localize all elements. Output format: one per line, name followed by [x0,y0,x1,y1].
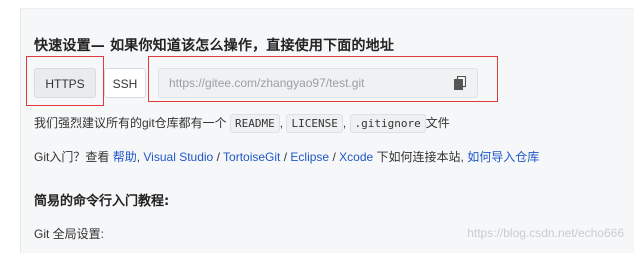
separator: / [216,150,220,164]
eclipse-link[interactable]: Eclipse [290,150,329,164]
gitignore-code: .gitignore [349,114,426,133]
readme-code: README [230,114,280,133]
help-link[interactable]: 帮助 [113,150,137,164]
copy-icon [454,76,466,90]
recommend-prefix: 我们强烈建议所有的git仓库都有一个 [34,116,227,130]
xcode-link[interactable]: Xcode [339,150,373,164]
help-line: Git入门？查看 帮助, Visual Studio / TortoiseGit… [34,148,539,165]
ssh-button[interactable]: SSH [104,68,146,98]
separator: , [279,116,284,130]
clone-url-field [158,68,478,98]
help-prefix: Git入门？查看 [34,150,110,164]
quick-setup-heading: 快速设置— 如果你知道该怎么操作，直接使用下面的地址 [34,38,395,54]
separator: / [332,150,336,164]
git-global-settings-label: Git 全局设置: [34,227,105,241]
copy-button[interactable] [449,73,471,93]
recommend-files-line: 我们强烈建议所有的git仓库都有一个 README, LICENSE, .git… [34,114,450,133]
tortoisegit-link[interactable]: TortoiseGit [223,150,280,164]
visual-studio-link[interactable]: Visual Studio [143,150,213,164]
tutorial-heading: 简易的命令行入门教程: [34,194,170,209]
clone-url-input[interactable] [169,69,439,97]
license-code: LICENSE [286,114,343,133]
https-button[interactable]: HTTPS [34,68,96,98]
import-repo-link[interactable]: 如何导入仓库 [467,150,539,164]
watermark-text: https://blog.csdn.net/echo666 [467,226,624,240]
recommend-suffix: 文件 [425,116,450,130]
separator: , [342,116,347,130]
separator: , [136,150,141,164]
connect-text: 下如何连接本站, [376,150,464,164]
separator: / [283,150,288,164]
